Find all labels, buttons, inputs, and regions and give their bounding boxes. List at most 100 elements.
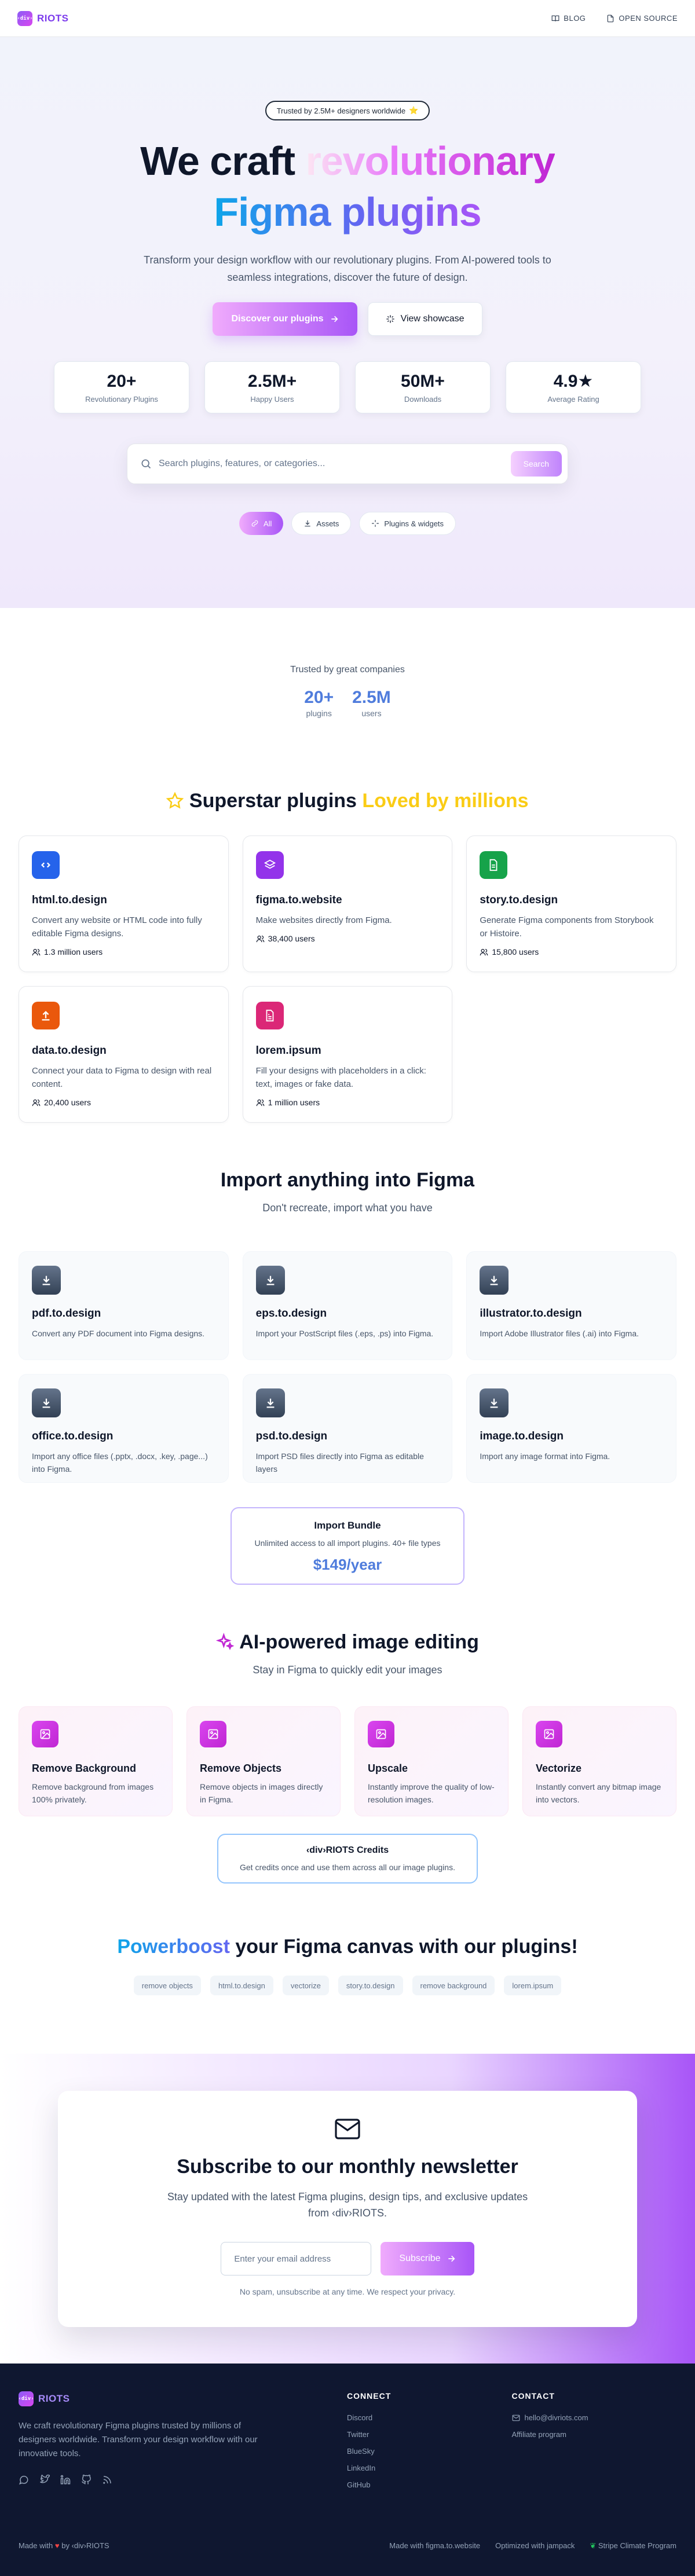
users-icon: [32, 948, 41, 955]
brand-logo[interactable]: ‹div› RIOTS: [17, 10, 68, 26]
import-section: Import anything into Figma Don't recreat…: [0, 1123, 695, 1585]
bundle-title: Import Bundle: [314, 1520, 381, 1531]
mail-icon: [335, 2119, 360, 2139]
import-desc: Import your PostScript files (.eps, .ps)…: [255, 1329, 434, 1338]
plugin-desc: Convert any website or HTML code into fu…: [32, 915, 202, 939]
hero-subtitle: Transform your design workflow with our …: [144, 254, 551, 283]
ai-card-remove-background[interactable]: Remove Background Remove background from…: [19, 1706, 173, 1816]
plugin-desc: Make websites directly from Figma.: [255, 915, 392, 925]
footer-desc: We craft revolutionary Figma plugins tru…: [19, 2421, 258, 2458]
top-navbar: ‹div› RIOTS BLOG OPEN SOURCE: [0, 0, 695, 37]
plugin-tag[interactable]: vectorize: [282, 1976, 329, 1995]
section-title-highlight: Powerboost: [117, 1936, 230, 1958]
ai-card-vectorize[interactable]: Vectorize Instantly convert any bitmap i…: [522, 1706, 676, 1816]
chip-plugins-widgets[interactable]: Plugins & widgets: [359, 512, 456, 535]
footer-link-email[interactable]: hello@divriots.com: [512, 2413, 676, 2422]
stat-value: 50M+: [401, 371, 445, 391]
discover-plugins-button[interactable]: Discover our plugins: [213, 302, 357, 336]
download-icon: [32, 1266, 61, 1295]
plugin-tag[interactable]: remove background: [412, 1976, 495, 1995]
github-icon[interactable]: [81, 2474, 92, 2485]
footer-link-affiliate[interactable]: Affiliate program: [512, 2430, 676, 2439]
nav-links: BLOG OPEN SOURCE: [551, 14, 678, 23]
rss-icon[interactable]: [102, 2475, 112, 2485]
footer-logo[interactable]: ‹div› RIOTS: [18, 2391, 347, 2406]
plugin-users-count: 1.3 million users: [44, 947, 103, 957]
ai-card-remove-objects[interactable]: Remove Objects Remove objects in images …: [186, 1706, 341, 1816]
stat-card: 2.5M+ Happy Users: [204, 361, 340, 413]
import-card-psd[interactable]: psd.to.design Import PSD files directly …: [242, 1374, 453, 1483]
plugin-name: html.to.design: [32, 894, 107, 906]
footer-bottom-link[interactable]: Made with figma.to.website: [389, 2541, 480, 2551]
plugin-card-figma-to-website[interactable]: figma.to.website Make websites directly …: [242, 836, 453, 972]
plugin-desc: Fill your designs with placeholders in a…: [255, 1066, 426, 1089]
footer-link-discord[interactable]: Discord: [347, 2413, 511, 2422]
import-card-image[interactable]: image.to.design Import any image format …: [466, 1374, 676, 1483]
newsletter-section: Subscribe to our monthly newsletter Stay…: [0, 2054, 695, 2364]
newsletter-title: Subscribe to our monthly newsletter: [177, 2156, 518, 2178]
search-input[interactable]: [159, 459, 511, 469]
import-bundle-card[interactable]: Import Bundle Unlimited access to all im…: [231, 1507, 464, 1585]
plugin-name: lorem.ipsum: [255, 1045, 321, 1057]
star-outline-icon: [166, 792, 184, 809]
sparkle-icon: [386, 315, 394, 323]
plugin-name: figma.to.website: [255, 894, 342, 906]
plugin-users: 15,800 users: [480, 947, 663, 957]
import-desc: Import Adobe Illustrator files (.ai) int…: [480, 1329, 639, 1338]
stat-label: Average Rating: [547, 395, 599, 404]
footer-col-title: CONNECT: [347, 2391, 392, 2401]
plugin-tag[interactable]: html.to.design: [210, 1976, 273, 1995]
search-button[interactable]: Search: [510, 451, 562, 477]
chip-assets[interactable]: Assets: [291, 512, 352, 535]
email-field[interactable]: [221, 2242, 372, 2275]
plugin-card-data-to-design[interactable]: data.to.design Connect your data to Figm…: [19, 986, 229, 1123]
import-card-pdf[interactable]: pdf.to.design Convert any PDF document i…: [19, 1251, 229, 1360]
footer-link-twitter[interactable]: Twitter: [347, 2430, 511, 2439]
chip-label: All: [263, 519, 272, 528]
chip-all[interactable]: All: [239, 512, 284, 535]
plugin-card-story-to-design[interactable]: story.to.design Generate Figma component…: [466, 836, 676, 972]
plugin-tag[interactable]: lorem.ipsum: [504, 1976, 562, 1995]
book-icon: [551, 15, 559, 21]
discord-icon[interactable]: [19, 2475, 29, 2485]
footer-bottom-link-stripe[interactable]: ❦ Stripe Climate Program: [590, 2541, 676, 2551]
company-stat: 20+ plugins: [304, 688, 334, 718]
star-emoji-icon: ⭐: [409, 106, 419, 115]
stat-value: 20+: [107, 371, 137, 391]
subscribe-button[interactable]: Subscribe: [381, 2242, 474, 2275]
nav-link-open-source[interactable]: OPEN SOURCE: [606, 14, 678, 23]
import-card-eps[interactable]: eps.to.design Import your PostScript fil…: [242, 1251, 453, 1360]
download-icon: [255, 1388, 285, 1417]
import-card-illustrator[interactable]: illustrator.to.design Import Adobe Illus…: [466, 1251, 676, 1360]
users-icon: [32, 1099, 41, 1106]
credits-title: ‹div›RIOTS Credits: [306, 1845, 389, 1855]
linkedin-icon[interactable]: [60, 2475, 71, 2485]
import-desc: Import any office files (.pptx, .docx, .…: [32, 1452, 208, 1474]
nav-link-blog[interactable]: BLOG: [551, 14, 586, 23]
import-card-office[interactable]: office.to.design Import any office files…: [19, 1374, 229, 1483]
footer-link-github[interactable]: GitHub: [347, 2480, 511, 2489]
import-name: pdf.to.design: [32, 1307, 101, 1320]
ai-name: Vectorize: [536, 1762, 582, 1774]
view-showcase-button[interactable]: View showcase: [367, 302, 482, 336]
download-icon: [32, 1388, 61, 1417]
plugin-tag[interactable]: remove objects: [133, 1976, 201, 1995]
stat-value: 2.5M+: [247, 371, 297, 391]
document-icon: [608, 14, 614, 22]
logo-mark: ‹div›: [18, 2391, 34, 2406]
mail-icon: [512, 2414, 520, 2421]
ai-card-upscale[interactable]: Upscale Instantly improve the quality of…: [354, 1706, 509, 1816]
newsletter-form: Subscribe: [58, 2242, 637, 2275]
stat-card: 50M+ Downloads: [355, 361, 491, 413]
image-icon: [368, 1721, 394, 1747]
hero-section: Trusted by 2.5M+ designers worldwide ⭐ W…: [0, 37, 695, 608]
plugin-tag[interactable]: story.to.design: [338, 1976, 403, 1995]
twitter-icon[interactable]: [39, 2474, 51, 2485]
footer-bottom-link[interactable]: Optimized with jampack: [495, 2541, 575, 2551]
footer-link-bluesky[interactable]: BlueSky: [347, 2447, 511, 2456]
sparkle-icon: [372, 520, 379, 527]
plugin-card-html-to-design[interactable]: html.to.design Convert any website or HT…: [19, 836, 229, 972]
plugin-card-lorem-ipsum[interactable]: lorem.ipsum Fill your designs with place…: [242, 986, 453, 1123]
credits-card[interactable]: ‹div›RIOTS Credits Get credits once and …: [217, 1834, 478, 1884]
footer-link-linkedin[interactable]: LinkedIn: [347, 2464, 511, 2472]
